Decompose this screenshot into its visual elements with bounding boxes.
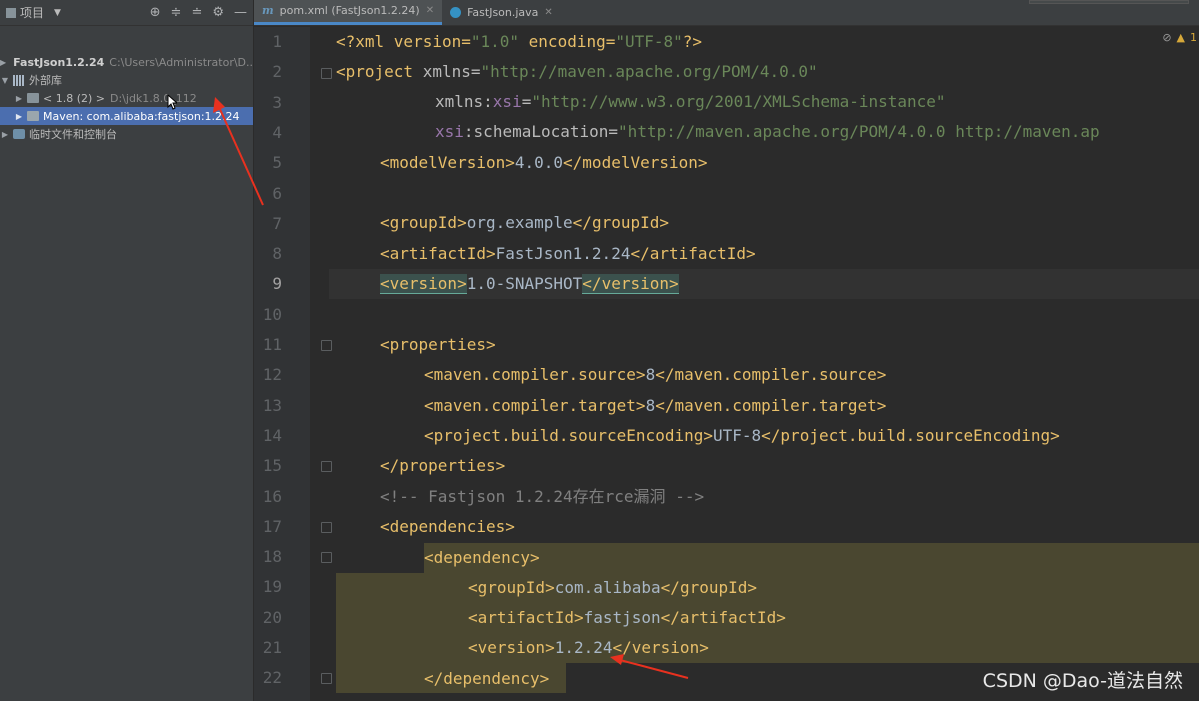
project-panel-header: 项目 ▼ ⊕ ≑ ≐ ⚙ — xyxy=(0,0,253,26)
close-icon[interactable]: ✕ xyxy=(426,5,434,16)
tab-fastjson-java[interactable]: FastJson.java ✕ xyxy=(442,0,561,25)
hide-icon[interactable]: — xyxy=(234,5,247,20)
tree-item-label: 临时文件和控制台 xyxy=(29,128,117,141)
inspection-indicators[interactable]: ⊘ ▲ 1 xyxy=(1162,31,1197,44)
line-number: 10 xyxy=(262,304,282,324)
code-line-4: xsi:schemaLocation="http://maven.apache.… xyxy=(435,122,1100,141)
fold-icon[interactable] xyxy=(321,461,332,472)
scratches-icon xyxy=(13,129,25,139)
code-line-7: <groupId>org.example</groupId> xyxy=(380,213,669,232)
project-view-icon[interactable] xyxy=(6,7,16,18)
fold-icon[interactable] xyxy=(321,68,332,79)
folder-icon xyxy=(27,93,39,103)
tree-item-project[interactable]: ▶ FastJson1.2.24 C:\Users\Administrator\… xyxy=(0,53,253,71)
code-line-2: <project xmlns="http://maven.apache.org/… xyxy=(336,62,818,81)
line-number: 1 xyxy=(272,32,282,51)
code-line-18: <dependency> xyxy=(424,548,540,567)
tree-item-path: C:\Users\Administrator\D... xyxy=(109,55,253,69)
chevron-right-icon[interactable]: ▶ xyxy=(0,130,10,139)
maven-library-icon xyxy=(27,111,39,121)
code-line-17: <dependencies> xyxy=(380,517,515,536)
line-number: 2 xyxy=(272,62,282,82)
line-number: 15 xyxy=(262,456,282,476)
toolbar-search-box[interactable] xyxy=(1029,0,1189,4)
mouse-cursor-icon xyxy=(167,94,177,110)
chevron-right-icon[interactable]: ▶ xyxy=(0,58,6,67)
tree-item-jdk[interactable]: ▶ < 1.8 (2) > D:\jdk1.8.0_112 xyxy=(0,89,253,107)
tree-item-external-libraries[interactable]: ▼ 外部库 xyxy=(0,71,253,89)
code-line-5: <modelVersion>4.0.0</modelVersion> xyxy=(380,153,708,172)
collapse-all-icon[interactable]: ≐ xyxy=(191,5,202,20)
line-number: 21 xyxy=(262,638,282,657)
editor-tab-bar: m pom.xml (FastJson1.2.24) ✕ FastJson.ja… xyxy=(254,0,1199,26)
chevron-right-icon[interactable]: ▶ xyxy=(14,112,24,121)
code-line-12: <maven.compiler.source>8</maven.compiler… xyxy=(424,365,887,384)
library-icon xyxy=(13,74,25,86)
line-number: 5 xyxy=(272,153,282,173)
line-number: 19 xyxy=(262,577,282,597)
code-line-14: <project.build.sourceEncoding>UTF-8</pro… xyxy=(424,426,1060,445)
line-number: 11 xyxy=(262,335,282,354)
tab-label: pom.xml (FastJson1.2.24) xyxy=(279,4,420,17)
code-line-11: <properties> xyxy=(380,335,496,354)
code-line-13: <maven.compiler.target>8</maven.compiler… xyxy=(424,396,887,415)
code-line-16: <!-- Fastjson 1.2.24存在rce漏洞 --> xyxy=(380,487,705,506)
line-number: 22 xyxy=(262,668,282,688)
line-number: 6 xyxy=(272,183,282,203)
fold-icon[interactable] xyxy=(321,522,332,533)
maven-file-icon: m xyxy=(262,4,274,17)
code-line-3: xmlns:xsi="http://www.w3.org/2001/XMLSch… xyxy=(435,92,946,111)
code-line-20: <artifactId>fastjson</artifactId> xyxy=(468,608,786,627)
code-editor[interactable]: 1 2 3 4 5 6 7 8 9 10 11 12 13 14 15 16 17 18 19 20 21 22 <?xm… xyxy=(254,27,1199,701)
code-line-21: <version>1.2.24</version> xyxy=(468,638,709,657)
code-line-15: </properties> xyxy=(380,456,506,475)
gear-icon[interactable]: ⚙ xyxy=(212,5,224,20)
line-number: 20 xyxy=(262,607,282,627)
code-line-19: <groupId>com.alibaba</groupId> xyxy=(468,578,757,597)
project-panel-title[interactable]: 项目 xyxy=(20,4,44,21)
tab-label: FastJson.java xyxy=(467,5,539,19)
line-number: 8 xyxy=(272,244,282,264)
java-class-icon xyxy=(450,6,462,18)
line-number: 18 xyxy=(262,547,282,567)
line-number: 9 xyxy=(272,274,282,294)
line-number: 3 xyxy=(272,92,282,112)
chevron-down-icon[interactable]: ▼ xyxy=(54,8,61,18)
fold-icon[interactable] xyxy=(321,340,332,351)
line-number: 13 xyxy=(262,395,282,415)
tree-item-label: 外部库 xyxy=(29,74,62,87)
line-number: 17 xyxy=(262,516,282,536)
project-panel: 项目 ▼ ⊕ ≑ ≐ ⚙ — ▶ FastJson1.2.24 C:\Users… xyxy=(0,0,254,701)
code-line-9: <version>1.0-SNAPSHOT</version> xyxy=(380,274,679,294)
reader-mode-icon[interactable]: ⊘ xyxy=(1162,31,1171,44)
expand-all-icon[interactable]: ≑ xyxy=(171,5,182,20)
code-line-8: <artifactId>FastJson1.2.24</artifactId> xyxy=(380,244,756,263)
chevron-right-icon[interactable]: ▶ xyxy=(14,94,24,103)
chevron-down-icon[interactable]: ▼ xyxy=(0,76,10,85)
tree-item-label: < 1.8 (2) > xyxy=(43,91,105,105)
tree-item-path: D:\jdk1.8.0_112 xyxy=(110,91,197,105)
ide-window: 项目 ▼ ⊕ ≑ ≐ ⚙ — ▶ FastJson1.2.24 C:\Users… xyxy=(0,0,1199,701)
line-number: 7 xyxy=(272,213,282,233)
watermark: CSDN @Dao-道法自然 xyxy=(982,670,1183,692)
fold-icon[interactable] xyxy=(321,673,332,684)
tree-item-label: Maven: com.alibaba:fastjson:1.2.24 xyxy=(43,109,240,123)
tree-item-label: FastJson1.2.24 xyxy=(13,55,105,69)
code-line-1: <?xml version="1.0" encoding="UTF-8"?> xyxy=(336,32,703,51)
line-number: 4 xyxy=(272,122,282,142)
line-number: 14 xyxy=(262,425,282,445)
warning-icon[interactable]: ▲ xyxy=(1177,31,1185,44)
locate-icon[interactable]: ⊕ xyxy=(150,5,161,20)
fold-icon[interactable] xyxy=(321,552,332,563)
close-icon[interactable]: ✕ xyxy=(544,7,552,18)
line-number: 12 xyxy=(262,365,282,385)
line-number: 16 xyxy=(262,486,282,506)
tree-item-maven-fastjson[interactable]: ▶ Maven: com.alibaba:fastjson:1.2.24 xyxy=(0,107,253,125)
warning-count: 1 xyxy=(1190,31,1197,44)
tree-item-scratches[interactable]: ▶ 临时文件和控制台 xyxy=(0,125,253,143)
tab-pom-xml[interactable]: m pom.xml (FastJson1.2.24) ✕ xyxy=(254,0,443,25)
